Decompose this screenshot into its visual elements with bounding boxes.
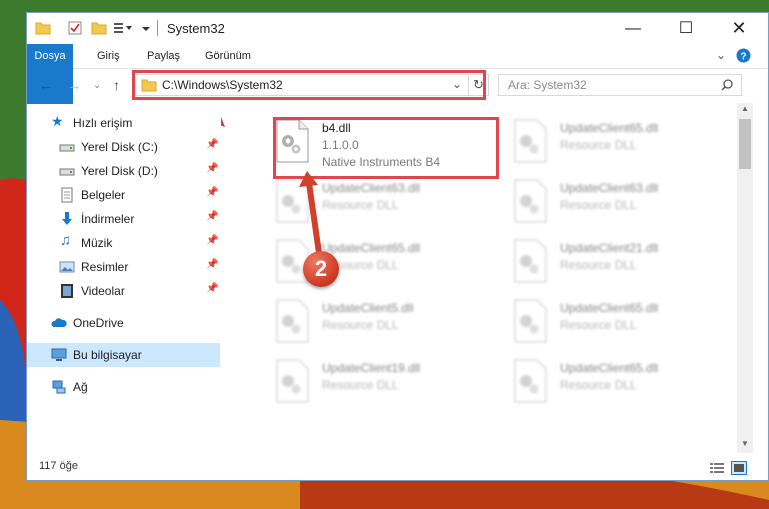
scrollbar-thumb[interactable]	[739, 119, 751, 169]
sidebar-item-network[interactable]: Ağ	[27, 375, 220, 399]
properties-icon[interactable]	[67, 19, 83, 37]
tab-share[interactable]: Paylaş	[137, 44, 190, 68]
item-count: 117 öğe	[39, 460, 78, 472]
network-icon	[52, 380, 66, 394]
step-badge-2: 2	[303, 251, 339, 287]
pin-icon[interactable]: 📌	[206, 163, 218, 174]
pin-icon[interactable]: 📌	[206, 187, 218, 198]
sidebar-item-label: Yerel Disk (C:)	[81, 140, 158, 154]
title-separator	[157, 20, 158, 36]
folder-icon	[35, 22, 51, 35]
window-title: System32	[167, 21, 225, 36]
maximize-button[interactable]: ☐	[663, 13, 709, 44]
sidebar-item-disk-d[interactable]: Yerel Disk (D:) 📌	[27, 159, 220, 183]
sidebar-item-label: İndirmeler	[81, 212, 135, 226]
sidebar-item-label: Müzik	[81, 236, 113, 250]
ribbon-tabs: Dosya Giriş Paylaş Görünüm ⌄ ?	[27, 44, 768, 104]
customize-toolbar-icon[interactable]	[113, 19, 133, 37]
scroll-up-icon[interactable]: ▲	[741, 104, 749, 113]
explorer-window: System32 — ☐ ✕ Dosya Giriş Paylaş Görünü…	[26, 12, 769, 481]
pin-icon[interactable]: 📌	[206, 283, 218, 294]
new-folder-icon[interactable]	[91, 19, 107, 37]
search-placeholder: Ara: System32	[508, 78, 587, 92]
sidebar-item-downloads[interactable]: İndirmeler 📌	[27, 207, 220, 231]
sidebar-item-label: Resimler	[81, 260, 129, 274]
annotation-arrows	[221, 116, 322, 254]
sidebar-item-pictures[interactable]: Resimler 📌	[27, 255, 220, 279]
navigation-pane: ★ Hızlı erişim Yerel Disk (C:) 📌 Yerel D…	[27, 109, 220, 449]
sidebar-item-label: OneDrive	[73, 316, 124, 330]
sidebar-item-quick-access[interactable]: ★ Hızlı erişim	[27, 111, 220, 135]
svg-text:?: ?	[740, 52, 746, 63]
up-arrow-icon[interactable]: ↑	[113, 77, 120, 93]
pictures-icon	[59, 261, 75, 273]
address-highlight	[132, 70, 486, 100]
sidebar-item-label: Belgeler	[81, 188, 126, 202]
details-view-icon[interactable]	[709, 462, 725, 474]
drive-icon	[59, 168, 75, 176]
pin-icon[interactable]: 📌	[206, 259, 218, 270]
chevron-down-icon[interactable]	[141, 19, 151, 37]
back-arrow-icon[interactable]: ←	[39, 77, 53, 93]
title-bar: System32 — ☐ ✕	[27, 13, 768, 44]
sidebar-item-music[interactable]: ♫ Müzik 📌	[27, 231, 220, 255]
sidebar-item-documents[interactable]: Belgeler 📌	[27, 183, 220, 207]
pin-icon[interactable]: 📌	[206, 235, 218, 246]
star-icon: ★	[51, 113, 64, 129]
sidebar-item-label: Bu bilgisayar	[73, 348, 142, 362]
documents-icon	[61, 187, 73, 203]
recent-locations-icon[interactable]: ⌄	[93, 80, 101, 91]
navigation-bar: ← → ⌄ ↑ C:\Windows\System32 ⌄ ↻ Ara: Sys…	[27, 69, 768, 103]
tab-view[interactable]: Görünüm	[195, 44, 261, 68]
forward-arrow-icon[interactable]: →	[67, 77, 81, 93]
close-button[interactable]: ✕	[716, 13, 762, 44]
help-icon[interactable]: ?	[736, 48, 751, 63]
cloud-icon	[51, 318, 67, 327]
vertical-scrollbar[interactable]: ▲ ▼	[737, 103, 753, 453]
tiles-view-icon[interactable]	[731, 461, 747, 475]
drive-icon	[59, 144, 75, 152]
status-bar: 117 öğe	[27, 456, 768, 481]
sidebar-item-disk-c[interactable]: Yerel Disk (C:) 📌	[27, 135, 220, 159]
sidebar-item-videos[interactable]: Videolar 📌	[27, 279, 220, 303]
sidebar-item-this-pc[interactable]: Bu bilgisayar	[27, 343, 220, 367]
download-icon	[62, 212, 72, 225]
computer-icon	[51, 348, 67, 361]
pin-icon[interactable]: 📌	[206, 211, 218, 222]
tab-home[interactable]: Giriş	[87, 44, 130, 68]
scroll-down-icon[interactable]: ▼	[741, 439, 749, 448]
videos-icon	[61, 284, 73, 298]
minimize-button[interactable]: —	[610, 13, 656, 44]
search-input[interactable]: Ara: System32	[498, 74, 742, 96]
music-icon: ♫	[60, 232, 72, 249]
sidebar-item-label: Ağ	[73, 380, 88, 394]
expand-ribbon-icon[interactable]: ⌄	[716, 48, 726, 62]
search-icon[interactable]	[721, 79, 733, 91]
sidebar-item-label: Yerel Disk (D:)	[81, 164, 158, 178]
file-list: b4.dll 1.1.0.0 Native Instruments B4 Upd…	[221, 103, 737, 453]
sidebar-item-label: Videolar	[81, 284, 125, 298]
pin-icon[interactable]: 📌	[206, 139, 218, 150]
sidebar-item-label: Hızlı erişim	[73, 116, 133, 130]
sidebar-item-onedrive[interactable]: OneDrive	[27, 311, 220, 335]
